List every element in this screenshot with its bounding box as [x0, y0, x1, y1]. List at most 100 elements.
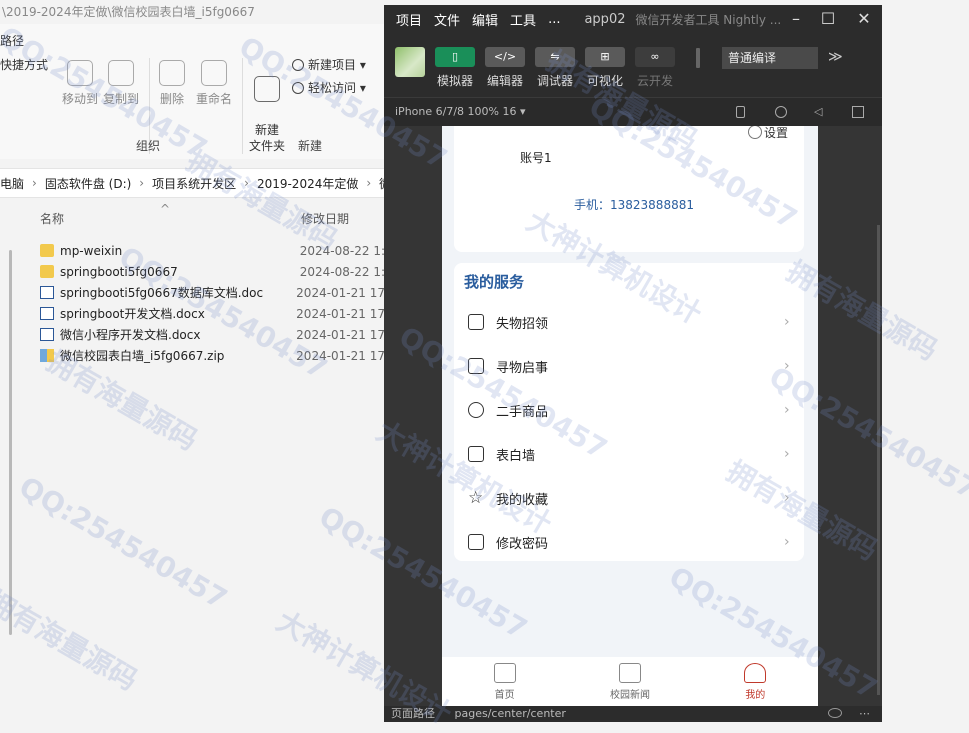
more-icon[interactable]: ⋯	[859, 706, 870, 722]
menu-project[interactable]: 项目	[396, 10, 422, 29]
phone-screen: 设置 账号1 手机：13823888881 我的服务 失物招领› 寻物启事› 二…	[442, 126, 818, 706]
file-row[interactable]: springboot开发文档.docx2024-01-21 17	[40, 303, 385, 324]
image-icon	[468, 446, 484, 462]
rename-icon	[201, 60, 227, 86]
menu-tools[interactable]: 工具	[510, 10, 536, 29]
file-row[interactable]: 微信小程序开发文档.docx2024-01-21 17	[40, 324, 385, 345]
watermark-text: QQ:254540457	[14, 470, 233, 616]
service-change-password[interactable]: 修改密码›	[454, 520, 804, 564]
breadcrumb-item[interactable]: 项目系统开发区	[152, 175, 236, 192]
simulator-scrollbar[interactable]	[877, 225, 880, 695]
page-path-label: 页面路径	[391, 707, 435, 720]
phone-number: 手机：13823888881	[574, 196, 694, 213]
cloud-button[interactable]: ∞云开发	[630, 47, 680, 89]
trash-icon	[159, 60, 185, 86]
debugger-button[interactable]: ⇋调试器	[530, 47, 580, 89]
minimize-icon[interactable]: –	[786, 9, 806, 29]
compile-mode-select[interactable]: 普通编译	[722, 47, 818, 69]
lock-icon	[468, 534, 484, 550]
copy-to-button[interactable]: 复制到	[103, 60, 139, 107]
file-row[interactable]: springbooti5fg06672024-08-22 1:	[40, 261, 385, 282]
menu-more[interactable]: ...	[548, 12, 560, 27]
menu-file[interactable]: 文件	[434, 10, 460, 29]
file-row[interactable]: mp-weixin2024-08-22 1:	[40, 240, 385, 261]
close-icon[interactable]: ✕	[854, 9, 874, 29]
breadcrumb-item[interactable]: 电脑	[0, 175, 24, 192]
star-icon: ☆	[468, 490, 484, 506]
path-button[interactable]: 路径	[0, 32, 24, 49]
address-bar[interactable]: 电脑› 固态软件盘 (D:)› 项目系统开发区› 2019-2024年定做› 微	[0, 168, 385, 198]
device-select[interactable]: iPhone 6/7/8 100% 16 ▾	[395, 105, 526, 118]
app-name: app02	[584, 12, 625, 27]
chevron-right-icon: ›	[784, 490, 804, 506]
new-folder-icon	[254, 76, 280, 102]
services-title: 我的服务	[464, 271, 524, 292]
sort-up-icon: ^	[160, 202, 170, 216]
devtools-titlebar: 项目 文件 编辑 工具 ... app02 微信开发者工具 Nightly ..…	[384, 5, 882, 33]
file-row[interactable]: 微信校园表白墙_i5fg0667.zip2024-01-21 17	[40, 345, 385, 366]
more-icon[interactable]: ≫	[828, 49, 843, 65]
services-card: 我的服务 失物招领› 寻物启事› 二手商品› 表白墙› ☆我的收藏› 修改密码›	[454, 263, 804, 561]
simulator-margin-left	[384, 126, 442, 706]
zip-archive-icon	[40, 349, 54, 362]
chevron-right-icon: ›	[366, 176, 371, 190]
editor-button[interactable]: </>编辑器	[480, 47, 530, 89]
service-confession-wall[interactable]: 表白墙›	[454, 432, 804, 476]
group-label-organize: 组织	[136, 137, 160, 154]
simulator-margin-right	[818, 126, 882, 706]
device-icon[interactable]	[736, 106, 745, 118]
page-path-value[interactable]: pages/center/center	[455, 707, 566, 720]
word-doc-icon	[40, 328, 54, 341]
eye-icon[interactable]	[828, 708, 842, 718]
sync-icon	[292, 82, 304, 94]
service-favorites[interactable]: ☆我的收藏›	[454, 476, 804, 520]
news-icon	[619, 663, 641, 683]
tab-news[interactable]: 校园新闻	[567, 657, 692, 706]
breadcrumb-item[interactable]: 2019-2024年定做	[257, 175, 358, 192]
new-item-button[interactable]: 新建项目 ▾	[292, 56, 366, 73]
chevron-right-icon: ›	[784, 534, 804, 550]
user-icon	[744, 663, 766, 683]
menu-edit[interactable]: 编辑	[472, 10, 498, 29]
chevron-right-icon: ›	[32, 176, 37, 190]
explorer-scrollbar[interactable]	[9, 250, 12, 635]
file-list: mp-weixin2024-08-22 1: springbooti5fg066…	[40, 240, 385, 366]
word-doc-icon	[40, 286, 54, 299]
detach-icon[interactable]	[852, 106, 864, 118]
folder-icon	[40, 244, 54, 257]
devtools-window: 项目 文件 编辑 工具 ... app02 微信开发者工具 Nightly ..…	[384, 5, 882, 722]
column-header-name[interactable]: 名称	[40, 210, 64, 227]
file-row[interactable]: springbooti5fg0667数据库文档.doc2024-01-21 17	[40, 282, 385, 303]
column-header-modified[interactable]: 修改日期	[301, 210, 349, 227]
breadcrumb-item[interactable]: 固态软件盘 (D:)	[45, 175, 131, 192]
speaker-icon[interactable]: ◁	[814, 98, 826, 110]
visual-button[interactable]: ⊞可视化	[580, 47, 630, 89]
glasses-icon	[468, 314, 484, 330]
service-lost-notice[interactable]: 寻物启事›	[454, 344, 804, 388]
tab-bar: 首页 校园新闻 我的	[442, 657, 818, 706]
watermark-text: 拥有海量源码	[0, 580, 146, 699]
new-folder-button[interactable]: 新建 文件夹	[249, 60, 285, 154]
delete-button[interactable]: 删除	[159, 60, 185, 107]
home-icon	[494, 663, 516, 683]
service-second-hand[interactable]: 二手商品›	[454, 388, 804, 432]
chevron-right-icon: ›	[784, 314, 804, 330]
service-lost-found[interactable]: 失物招领›	[454, 300, 804, 344]
move-to-button[interactable]: 移动到	[62, 60, 98, 107]
ribbon-divider	[242, 58, 243, 154]
record-icon[interactable]	[775, 106, 787, 118]
rename-button[interactable]: 重命名	[196, 60, 232, 107]
easy-access-button[interactable]: 轻松访问 ▾	[292, 79, 366, 96]
code-icon: </>	[485, 47, 525, 67]
copy-to-icon	[108, 60, 134, 86]
avatar[interactable]	[395, 47, 425, 77]
shortcut-button[interactable]: 快捷方式	[0, 56, 48, 73]
settings-button[interactable]: 设置	[748, 126, 788, 141]
app-subtitle: 微信开发者工具 Nightly ...	[635, 11, 781, 28]
chevron-right-icon: ›	[784, 402, 804, 418]
tab-home[interactable]: 首页	[442, 657, 567, 706]
tab-mine[interactable]: 我的	[693, 657, 818, 706]
simulator-button[interactable]: ▯模拟器	[430, 47, 480, 89]
explorer-ribbon: 路径 快捷方式 移动到 复制到 删除 重命名 新建 文件夹 新建项目 ▾ 轻松访…	[0, 24, 385, 159]
maximize-icon[interactable]: ☐	[818, 9, 838, 29]
